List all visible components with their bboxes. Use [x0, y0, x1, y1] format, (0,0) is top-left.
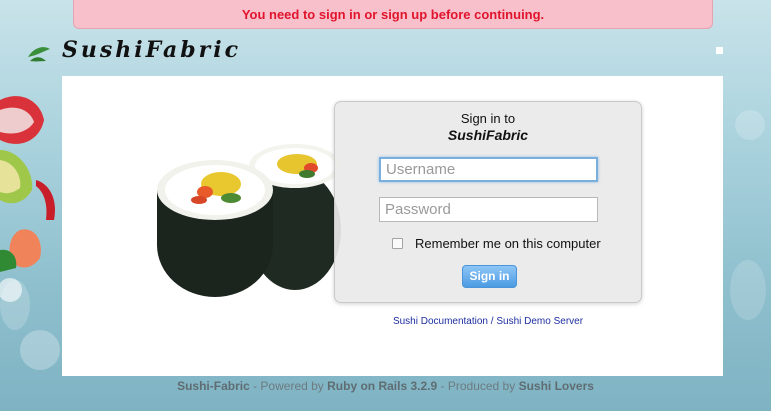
corner-marker	[716, 47, 723, 54]
leaf-icon	[28, 47, 50, 62]
footer-framework: Ruby on Rails 3.2.9	[327, 379, 438, 393]
username-input[interactable]	[379, 157, 598, 182]
demo-server-link[interactable]: Sushi Demo Server	[496, 316, 583, 327]
documentation-link[interactable]: Sushi Documentation	[393, 316, 488, 327]
login-app-name: SushiFabric	[447, 127, 529, 143]
password-input[interactable]	[379, 197, 598, 222]
flash-alert: You need to sign in or sign up before co…	[73, 0, 713, 29]
remember-me[interactable]: Remember me on this computer	[392, 236, 601, 251]
footer-powered-by: - Powered by	[249, 379, 328, 393]
login-heading: Sign in to	[460, 111, 516, 126]
footer-produced-by: - Produced by	[437, 379, 519, 393]
footer-producer: Sushi Lovers	[518, 379, 594, 393]
brand-logo[interactable]: SushiFabric	[26, 35, 246, 71]
help-links: Sushi Documentation / Sushi Demo Server	[334, 316, 642, 327]
remember-me-label: Remember me on this computer	[415, 236, 601, 251]
brand-name: SushiFabric	[62, 37, 242, 63]
flash-message: You need to sign in or sign up before co…	[241, 7, 545, 22]
footer: Sushi-Fabric - Powered by Ruby on Rails …	[0, 379, 771, 393]
food-decoration-image	[0, 96, 56, 302]
sign-in-button[interactable]: Sign in	[462, 265, 517, 288]
footer-app-name: Sushi-Fabric	[177, 379, 250, 393]
remember-me-checkbox[interactable]	[392, 238, 403, 249]
sign-in-form: Sign in to SushiFabric Remember me on th…	[334, 101, 642, 303]
